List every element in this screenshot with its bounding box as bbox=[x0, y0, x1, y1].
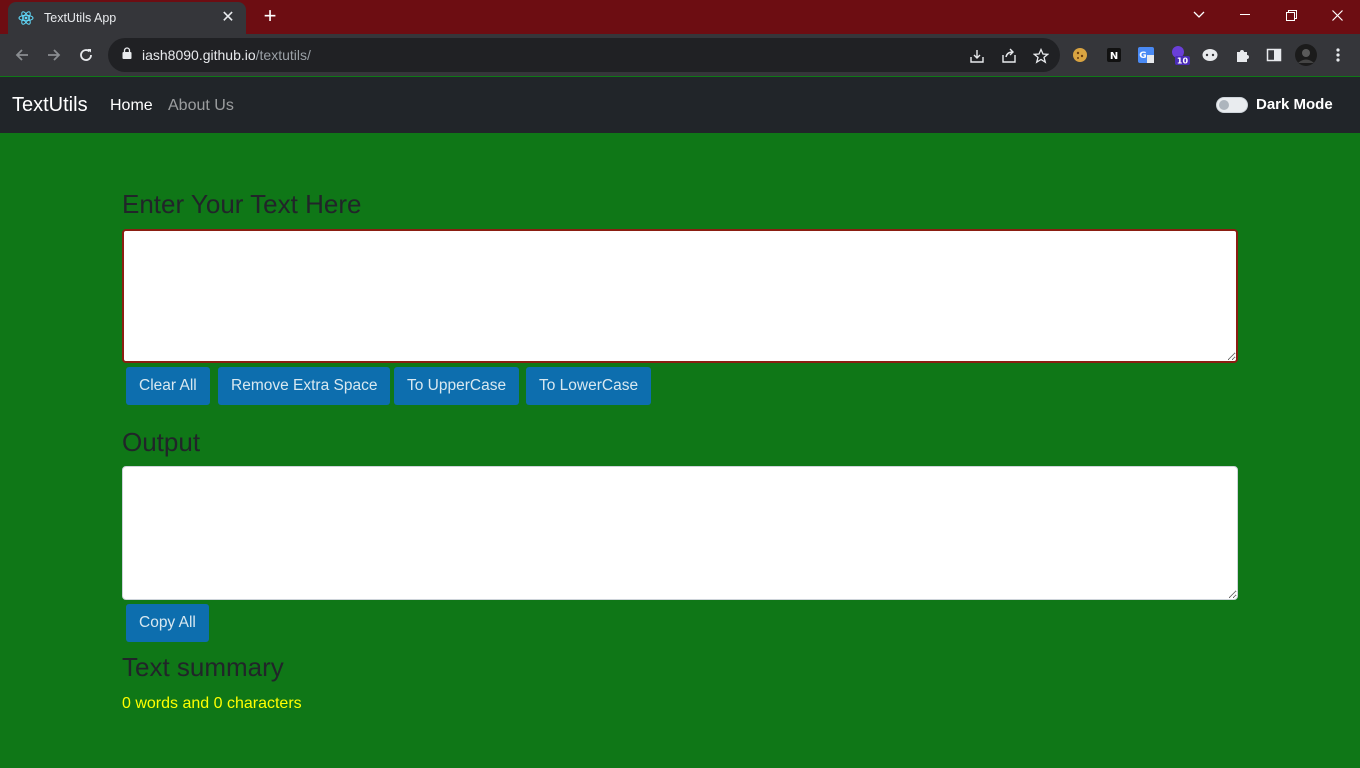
chat-extension-icon[interactable] bbox=[1200, 45, 1220, 65]
svg-text:N: N bbox=[1110, 51, 1118, 62]
output-heading: Output bbox=[122, 427, 201, 457]
url-text[interactable]: iash8090.github.io/textutils/ bbox=[142, 47, 311, 63]
profile-avatar[interactable] bbox=[1294, 43, 1318, 67]
browser-tabstrip: TextUtils App ✕ + bbox=[0, 0, 1360, 34]
copy-all-button[interactable]: Copy All bbox=[126, 604, 209, 642]
clear-all-button[interactable]: Clear All bbox=[126, 367, 210, 405]
input-heading: Enter Your Text Here bbox=[122, 189, 362, 219]
svg-text:G: G bbox=[1139, 51, 1146, 61]
badge-extension-icon[interactable]: 10 bbox=[1170, 45, 1190, 65]
navbar: TextUtils Home About Us Dark Mode bbox=[0, 77, 1360, 133]
install-icon[interactable] bbox=[968, 47, 986, 65]
nav-link-home[interactable]: Home bbox=[110, 97, 153, 115]
to-lowercase-button[interactable]: To LowerCase bbox=[526, 367, 652, 405]
puzzle-extensions-icon[interactable] bbox=[1232, 45, 1252, 65]
tab-search-icon[interactable] bbox=[1176, 0, 1222, 30]
extension-badge-count: 10 bbox=[1177, 57, 1189, 66]
remove-extra-space-button[interactable]: Remove Extra Space bbox=[218, 367, 391, 405]
dark-mode-label[interactable]: Dark Mode bbox=[1256, 96, 1333, 113]
google-translate-icon[interactable]: G bbox=[1136, 45, 1156, 65]
dark-mode-toggle[interactable] bbox=[1216, 97, 1248, 113]
tab-title: TextUtils App bbox=[44, 11, 117, 25]
bookmark-star-icon[interactable] bbox=[1032, 47, 1050, 65]
restore-icon[interactable] bbox=[1268, 0, 1314, 30]
new-tab-icon[interactable]: + bbox=[258, 5, 282, 29]
lock-icon[interactable] bbox=[122, 46, 132, 64]
reload-icon[interactable] bbox=[74, 43, 98, 67]
more-menu-icon[interactable] bbox=[1328, 45, 1348, 65]
navbar-brand[interactable]: TextUtils bbox=[12, 94, 88, 117]
close-window-icon[interactable] bbox=[1314, 0, 1360, 30]
text-output[interactable] bbox=[122, 466, 1238, 600]
browser-toolbar: iash8090.github.io/textutils/ N G 10 bbox=[0, 34, 1360, 76]
url-path: /textutils/ bbox=[255, 47, 311, 63]
side-panel-icon[interactable] bbox=[1264, 45, 1284, 65]
tab-close-icon[interactable]: ✕ bbox=[220, 10, 236, 26]
share-icon[interactable] bbox=[1000, 47, 1018, 65]
browser-tab-active[interactable]: TextUtils App ✕ bbox=[8, 2, 246, 34]
nav-link-about[interactable]: About Us bbox=[168, 97, 234, 115]
back-icon[interactable] bbox=[10, 43, 34, 67]
react-icon bbox=[18, 10, 34, 26]
address-bar[interactable]: iash8090.github.io/textutils/ bbox=[108, 38, 1060, 72]
text-input[interactable] bbox=[122, 229, 1238, 363]
cookie-extension-icon[interactable] bbox=[1070, 45, 1090, 65]
url-host: iash8090.github.io bbox=[142, 47, 256, 63]
toggle-knob bbox=[1219, 100, 1229, 110]
notion-extension-icon[interactable]: N bbox=[1104, 45, 1124, 65]
summary-text: 0 words and 0 characters bbox=[122, 695, 302, 712]
to-uppercase-button[interactable]: To UpperCase bbox=[394, 367, 520, 405]
forward-icon[interactable] bbox=[42, 43, 66, 67]
summary-heading: Text summary bbox=[122, 652, 284, 682]
minimize-icon[interactable] bbox=[1222, 0, 1268, 30]
